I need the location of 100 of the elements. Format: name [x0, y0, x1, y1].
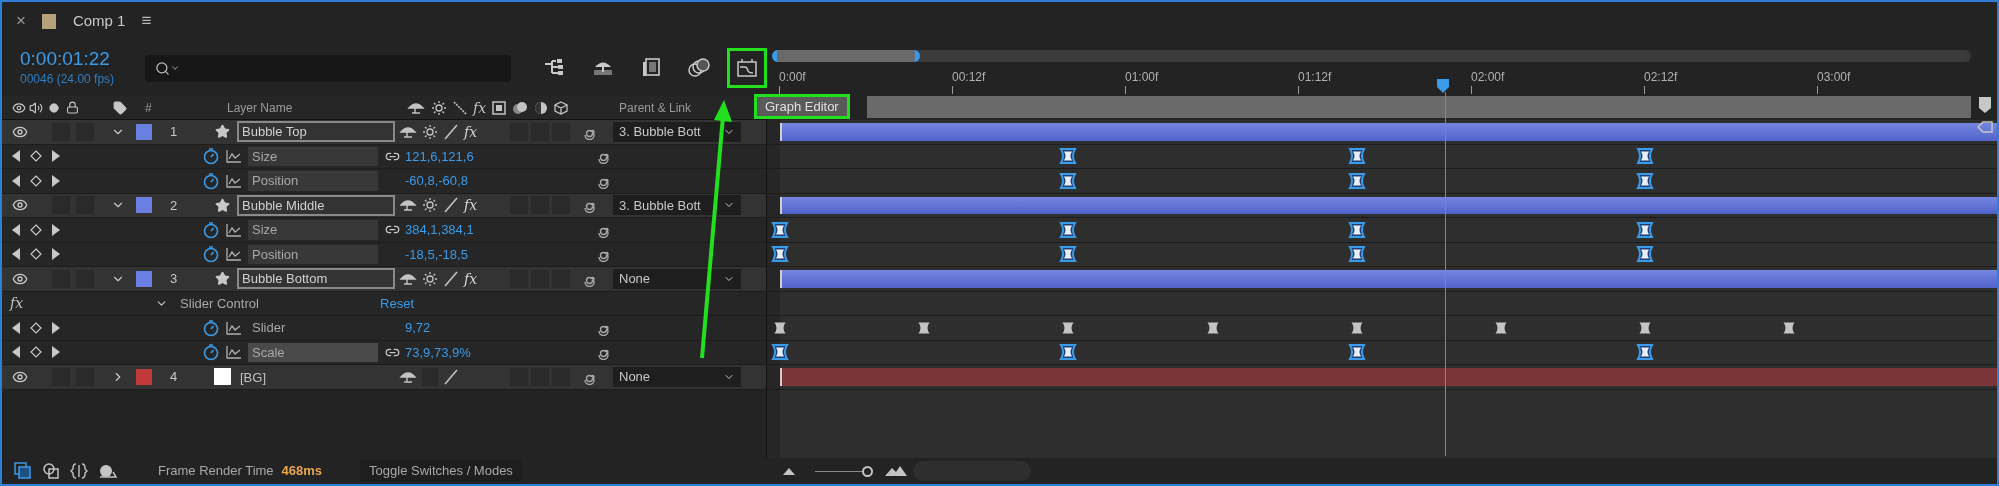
zoom-slider[interactable]: [815, 465, 873, 477]
zoom-out-icon[interactable]: [783, 467, 795, 475]
layer-row[interactable]: 1 Bubble Top fx 3. Bubble Bott: [2, 120, 766, 144]
comp-marker-icon[interactable]: [1977, 120, 1993, 134]
label-color-swatch[interactable]: [136, 123, 152, 140]
effects-switch[interactable]: fx: [464, 198, 482, 213]
overlap-icon[interactable]: [42, 462, 60, 480]
property-value[interactable]: 9,72: [405, 318, 585, 338]
previous-keyframe-icon[interactable]: [12, 248, 21, 261]
stopwatch-icon[interactable]: [202, 343, 220, 362]
add-keyframe-icon[interactable]: [30, 223, 42, 236]
keyframe-icon[interactable]: [1347, 220, 1366, 239]
quality-icon[interactable]: [453, 100, 467, 115]
zoom-slider-thumb[interactable]: [862, 465, 873, 477]
graph-icon[interactable]: [226, 247, 242, 262]
layer-name-field[interactable]: Bubble Bottom: [237, 268, 395, 290]
current-time[interactable]: 0:00:01:22: [20, 48, 143, 70]
audio-icon[interactable]: [29, 100, 43, 115]
sun-icon[interactable]: [422, 270, 438, 287]
graph-editor-button[interactable]: [727, 48, 767, 88]
search-field[interactable]: [144, 54, 511, 82]
solo-icon[interactable]: [49, 102, 59, 113]
column-header[interactable]: #: [145, 98, 185, 117]
add-keyframe-icon[interactable]: [30, 321, 42, 334]
close-button[interactable]: ×: [16, 8, 26, 34]
motion-blur-icon[interactable]: [512, 100, 529, 115]
graph-icon[interactable]: [226, 173, 242, 188]
previous-keyframe-icon[interactable]: [12, 150, 21, 163]
next-keyframe-icon[interactable]: [51, 248, 60, 261]
quality-icon[interactable]: [443, 368, 459, 385]
property-value[interactable]: 73,9,73,9%: [405, 342, 585, 362]
add-keyframe-icon[interactable]: [30, 346, 42, 359]
property-name[interactable]: Scale: [248, 342, 378, 362]
frame-blend-icon[interactable]: [492, 100, 507, 115]
parent-dropdown[interactable]: 3. Bubble Bott: [613, 195, 741, 216]
keyframe-icon[interactable]: [1059, 343, 1078, 362]
property-name[interactable]: Position: [248, 244, 378, 264]
property-value[interactable]: -60,8,-60,8: [405, 171, 585, 191]
keyframe-icon[interactable]: [1206, 321, 1219, 335]
property-name[interactable]: Position: [248, 171, 378, 191]
next-keyframe-icon[interactable]: [51, 150, 60, 163]
snail-icon[interactable]: [98, 463, 118, 479]
marker-icon[interactable]: [1978, 96, 1992, 114]
keyframe-icon[interactable]: [1059, 220, 1078, 239]
quality-icon[interactable]: [443, 270, 459, 287]
next-keyframe-icon[interactable]: [51, 223, 60, 236]
layer-name-field[interactable]: Bubble Middle: [237, 194, 395, 216]
stopwatch-icon[interactable]: [202, 171, 220, 190]
keyframe-icon[interactable]: [771, 343, 789, 362]
parent-dropdown[interactable]: 3. Bubble Bott: [613, 121, 741, 142]
keyframe-icon[interactable]: [1347, 147, 1366, 166]
keyframe-icon[interactable]: [1059, 171, 1078, 190]
next-keyframe-icon[interactable]: [51, 321, 60, 334]
layer-name-field[interactable]: Bubble Top: [237, 121, 395, 143]
label-icon[interactable]: [113, 100, 127, 115]
stopwatch-icon[interactable]: [202, 245, 220, 264]
property-value[interactable]: 121,6,121,6: [405, 146, 585, 166]
keyframe-icon[interactable]: [771, 220, 789, 239]
sun-icon[interactable]: [431, 99, 447, 116]
graph-icon[interactable]: [226, 149, 242, 164]
shy-icon[interactable]: [399, 197, 417, 214]
keyframe-icon[interactable]: [1636, 220, 1654, 239]
label-color-swatch[interactable]: [136, 368, 152, 385]
previous-keyframe-icon[interactable]: [12, 346, 21, 359]
previous-keyframe-icon[interactable]: [12, 321, 21, 334]
comp-icon[interactable]: [14, 462, 32, 480]
add-keyframe-icon[interactable]: [30, 248, 42, 261]
toggle-switches-button[interactable]: Toggle Switches / Modes: [360, 460, 522, 482]
lock-icon[interactable]: [66, 101, 79, 114]
parent-dropdown[interactable]: None: [613, 268, 741, 289]
quality-icon[interactable]: [443, 123, 459, 140]
keyframe-icon[interactable]: [1636, 171, 1654, 190]
keyframe-icon[interactable]: [1782, 321, 1796, 335]
label-color-swatch[interactable]: [136, 270, 152, 287]
visibility-icon[interactable]: [12, 100, 26, 115]
effects-switch[interactable]: fx: [464, 124, 482, 139]
next-keyframe-icon[interactable]: [51, 346, 60, 359]
add-keyframe-icon[interactable]: [30, 150, 42, 163]
previous-keyframe-icon[interactable]: [12, 223, 21, 236]
property-name[interactable]: Slider: [248, 318, 378, 338]
keyframe-icon[interactable]: [1347, 343, 1366, 362]
keyframe-icon[interactable]: [1350, 321, 1364, 335]
cube-icon[interactable]: [554, 100, 569, 115]
layer-row[interactable]: 4 [BG] None: [2, 365, 766, 389]
playhead-handle-icon[interactable]: [1436, 78, 1451, 94]
column-header[interactable]: fx: [473, 100, 487, 115]
property-value[interactable]: -18,5,-18,5: [405, 244, 585, 264]
stopwatch-icon[interactable]: [202, 318, 220, 337]
graph-icon[interactable]: [226, 320, 242, 335]
column-header[interactable]: Parent & Link: [619, 98, 692, 117]
add-keyframe-icon[interactable]: [30, 174, 42, 187]
keyframe-icon[interactable]: [771, 245, 789, 264]
keyframe-icon[interactable]: [1636, 343, 1654, 362]
reset-link[interactable]: Reset: [380, 293, 415, 313]
graph-icon[interactable]: [226, 222, 242, 237]
layer-row[interactable]: 2 Bubble Middle fx 3. Bubble Bott: [2, 193, 766, 217]
keyframe-icon[interactable]: [1059, 147, 1078, 166]
keyframe-icon[interactable]: [1636, 245, 1654, 264]
stopwatch-icon[interactable]: [202, 147, 220, 166]
layer-name[interactable]: [BG]: [237, 369, 269, 385]
